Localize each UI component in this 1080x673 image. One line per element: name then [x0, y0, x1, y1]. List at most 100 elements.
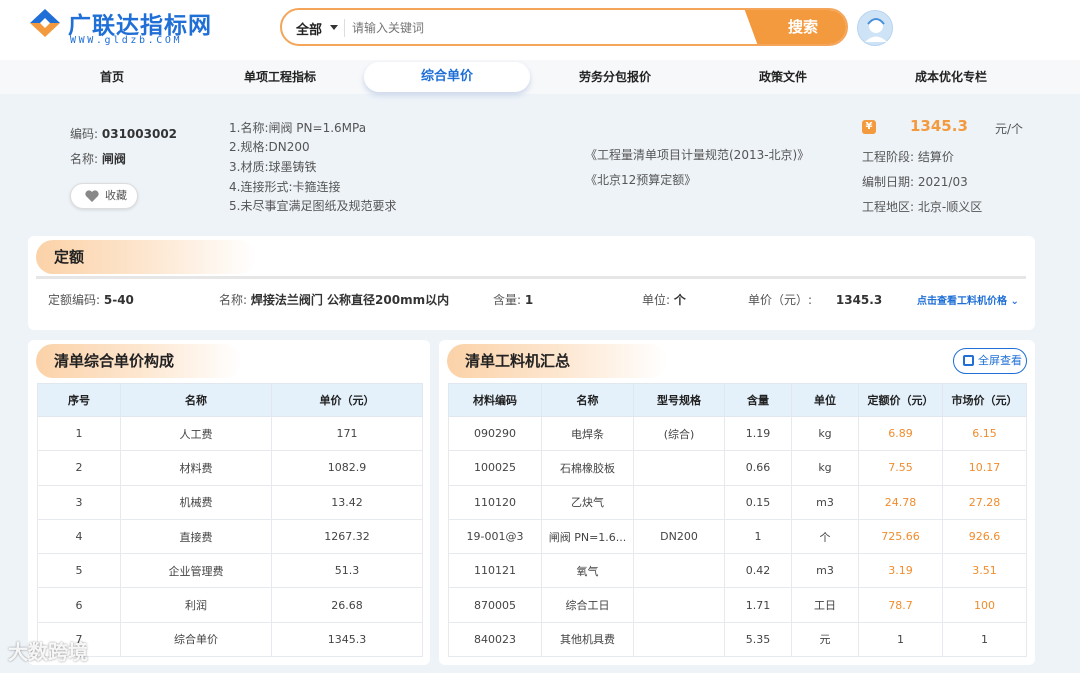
- table-cell: 19-001@3: [448, 518, 542, 555]
- table-cell: 材料费: [120, 450, 272, 486]
- table-cell: 闸阀 PN=1.6...: [541, 518, 634, 555]
- table-row: 19-001@3 闸阀 PN=1.6... DN200 1 个 725.66 926.6: [448, 518, 1027, 555]
- unit-price-value: 1345.3: [910, 117, 968, 135]
- item-name: 名称: 闸阀: [70, 152, 126, 166]
- table-cell: 3: [37, 484, 121, 520]
- logo-mark-icon: [30, 9, 60, 37]
- table-cell: 6.89: [858, 415, 943, 452]
- table-cell: [633, 450, 725, 486]
- table-cell: [633, 484, 725, 520]
- feature-line: 1.名称:闸阀 PN=1.6MPa: [229, 121, 367, 135]
- table-cell: 78.7: [858, 587, 943, 623]
- materials-card: 清单工料机汇总 材料编码 名称 型号规格 含量 单位 定额价（元） 市场价（元）…: [439, 340, 1035, 665]
- divider: [344, 19, 345, 37]
- table-cell: 7.55: [858, 450, 943, 486]
- nav-unit-price[interactable]: 综合单价: [364, 62, 530, 92]
- table-cell: 1.19: [724, 415, 792, 452]
- standard-line: 《工程量清单项目计量规范(2013-北京)》: [585, 148, 810, 162]
- price-tag-icon: ¥: [862, 120, 876, 134]
- nav-labor-subcontract[interactable]: 劳务分包报价: [545, 60, 685, 94]
- column-header: 含量: [724, 383, 792, 417]
- watermark: 大数跨境: [8, 640, 88, 664]
- nav-policy[interactable]: 政策文件: [713, 60, 853, 94]
- table-cell: [633, 553, 725, 589]
- table-cell: 870005: [448, 587, 542, 623]
- table-cell: 5.35: [724, 621, 792, 658]
- search-bar: 全部 搜索: [280, 8, 848, 46]
- nav-single-project-index[interactable]: 单项工程指标: [210, 60, 350, 94]
- table-cell: 1267.32: [271, 518, 423, 555]
- table-cell: 个: [791, 518, 859, 555]
- table-cell: 乙炔气: [541, 484, 634, 520]
- nav-home[interactable]: 首页: [42, 60, 182, 94]
- table-header-row: 材料编码 名称 型号规格 含量 单位 定额价（元） 市场价（元）: [448, 383, 1027, 417]
- logo-subtitle: WWW.gldzb.COM: [70, 35, 183, 46]
- materials-section-title: 清单工料机汇总: [447, 344, 667, 378]
- table-cell: DN200: [633, 518, 725, 555]
- column-header: 材料编码: [448, 383, 542, 417]
- table-cell: 直接费: [120, 518, 272, 555]
- column-header: 型号规格: [633, 383, 725, 417]
- column-header: 名称: [541, 383, 634, 417]
- user-icon: [865, 18, 887, 42]
- feature-line: 3.材质:球墨铸铁: [229, 160, 317, 174]
- quota-card: 定额 定额编码: 5-40 名称: 焊接法兰阀门 公称直径200mm以内 含量:…: [28, 236, 1035, 330]
- search-input[interactable]: [352, 14, 752, 42]
- project-region: 工程地区: 北京-顺义区: [862, 200, 983, 214]
- search-button[interactable]: 搜索: [744, 10, 846, 44]
- quota-name: 名称: 焊接法兰阀门 公称直径200mm以内: [219, 293, 450, 307]
- table-row: 100025 石棉橡胶板 0.66 kg 7.55 10.17: [448, 450, 1027, 486]
- table-row: 090290 电焊条 (综合) 1.19 kg 6.89 6.15: [448, 415, 1027, 452]
- table-cell: 4: [37, 518, 121, 555]
- avatar[interactable]: [857, 10, 893, 46]
- table-cell: 利润: [120, 587, 272, 623]
- quota-code: 定额编码: 5-40: [48, 293, 134, 307]
- table-cell: 1345.3: [271, 621, 423, 658]
- table-cell: 725.66: [858, 518, 943, 555]
- table-cell: 10.17: [942, 450, 1027, 486]
- table-cell: 综合单价: [120, 621, 272, 658]
- table-cell: 100025: [448, 450, 542, 486]
- table-row: 5 企业管理费 51.3: [37, 553, 423, 589]
- project-stage: 工程阶段: 结算价: [862, 150, 954, 164]
- fullscreen-button[interactable]: 全屏查看: [953, 348, 1027, 374]
- table-cell: [633, 621, 725, 658]
- table-cell: 26.68: [271, 587, 423, 623]
- feature-line: 2.规格:DN200: [229, 140, 310, 154]
- quota-unit: 单位: 个: [642, 293, 686, 307]
- table-cell: 24.78: [858, 484, 943, 520]
- table-cell: 1.71: [724, 587, 792, 623]
- table-row: 110120 乙炔气 0.15 m3 24.78 27.28: [448, 484, 1027, 520]
- composition-section-title: 清单综合单价构成: [36, 344, 241, 378]
- column-header: 市场价（元）: [942, 383, 1027, 417]
- table-cell: 0.42: [724, 553, 792, 589]
- chevron-down-icon[interactable]: [330, 25, 338, 30]
- column-header: 定额价（元）: [858, 383, 943, 417]
- standard-line: 《北京12预算定额》: [585, 173, 697, 187]
- chevron-down-icon: ⌄: [1010, 296, 1019, 307]
- table-row: 4 直接费 1267.32: [37, 518, 423, 555]
- favorite-button[interactable]: 收藏: [70, 183, 138, 209]
- divider: [36, 276, 1026, 279]
- view-material-price-link[interactable]: 点击查看工料机价格 ⌄: [917, 292, 1019, 307]
- table-cell: kg: [791, 450, 859, 486]
- table-cell: 51.3: [271, 553, 423, 589]
- composition-card: 清单综合单价构成 序号 名称 单价（元） 1 人工费 171 2 材料费 1082.9 3 机…: [28, 340, 430, 665]
- table-cell: 人工费: [120, 415, 272, 452]
- table-cell: 石棉橡胶板: [541, 450, 634, 486]
- feature-line: 4.连接形式:卡箍连接: [229, 180, 341, 194]
- table-cell: 3.51: [942, 553, 1027, 589]
- table-row: 840023 其他机具费 5.35 元 1 1: [448, 621, 1027, 658]
- site-logo[interactable]: 广联达指标网 WWW.gldzb.COM: [28, 6, 248, 50]
- table-row: 7 综合单价 1345.3: [37, 621, 423, 658]
- nav-cost-optimization[interactable]: 成本优化专栏: [881, 60, 1021, 94]
- table-header-row: 序号 名称 单价（元）: [37, 383, 423, 417]
- table-cell: 110120: [448, 484, 542, 520]
- table-cell: 元: [791, 621, 859, 658]
- table-cell: 机械费: [120, 484, 272, 520]
- table-cell: m3: [791, 553, 859, 589]
- table-row: 6 利润 26.68: [37, 587, 423, 623]
- table-row: 110121 氧气 0.42 m3 3.19 3.51: [448, 553, 1027, 589]
- table-cell: 6.15: [942, 415, 1027, 452]
- search-scope-select[interactable]: 全部: [296, 19, 322, 38]
